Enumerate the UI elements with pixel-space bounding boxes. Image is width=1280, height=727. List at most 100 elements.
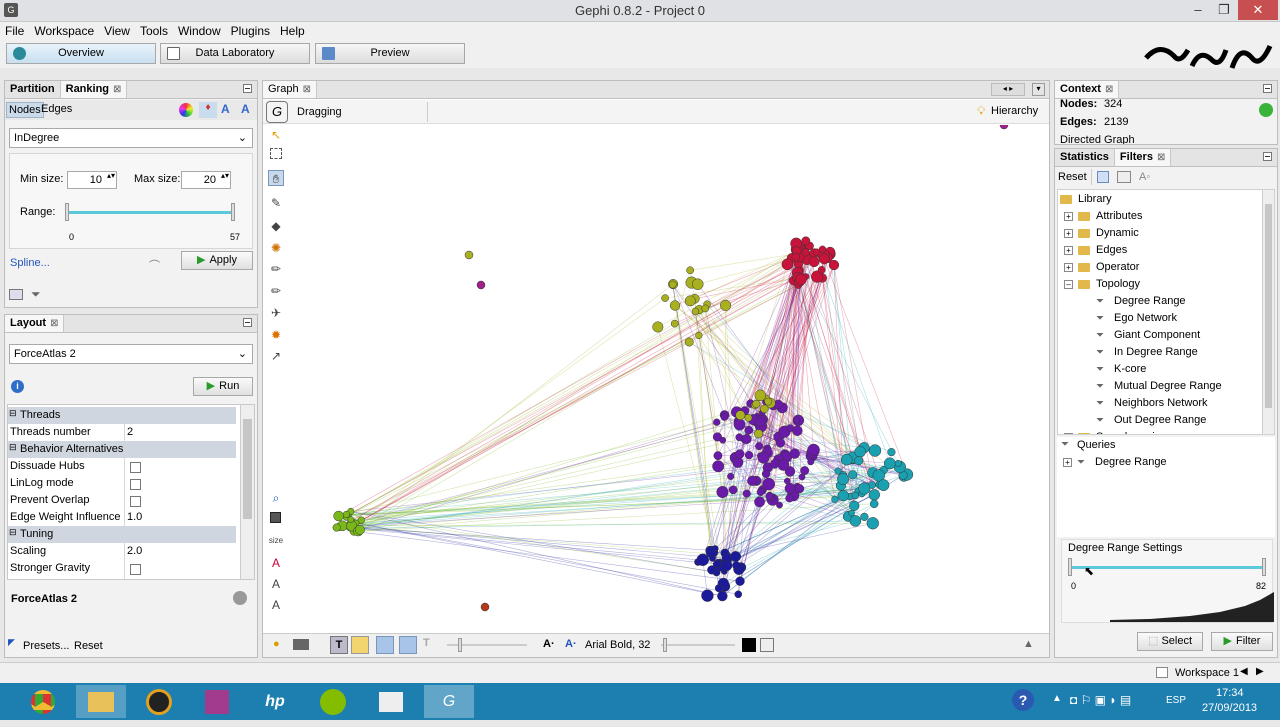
graph-node[interactable]	[685, 338, 693, 346]
node-label-icon[interactable]	[351, 636, 369, 654]
close-tab-icon[interactable]: ⊠	[303, 84, 311, 95]
clock-date[interactable]: 27/09/2013	[1202, 702, 1257, 714]
results-list-icon[interactable]	[9, 289, 23, 300]
property-category[interactable]: ⊟Behavior Alternatives	[8, 441, 236, 458]
graph-node[interactable]	[808, 459, 814, 465]
lightbulb-icon[interactable]: ●	[273, 638, 280, 650]
property-row[interactable]: Dissuade Hubs	[8, 458, 236, 475]
filter-item[interactable]: ⏷Mutual Degree Range	[1096, 379, 1275, 395]
scrollbar-thumb[interactable]	[243, 419, 252, 519]
property-value[interactable]	[124, 475, 236, 492]
workspace-prev-icon[interactable]: ◀	[1240, 666, 1248, 677]
graph-node[interactable]	[765, 398, 772, 405]
graph-node[interactable]	[799, 474, 805, 480]
graph-node[interactable]	[745, 426, 753, 434]
hierarchy-button[interactable]: Hierarchy	[991, 105, 1038, 117]
graph-node[interactable]	[869, 489, 880, 500]
text-size-icon[interactable]: A	[268, 576, 284, 592]
settings-icon[interactable]	[760, 638, 774, 652]
property-checkbox[interactable]	[130, 564, 141, 575]
tab-list-icon[interactable]: ▾	[1032, 83, 1045, 96]
painter-icon[interactable]: ✎	[268, 195, 284, 211]
graph-node[interactable]	[720, 300, 731, 311]
show-labels-toggle[interactable]: T	[330, 636, 348, 654]
graph-node[interactable]	[465, 251, 473, 259]
graph-node[interactable]	[802, 249, 810, 257]
graph-node[interactable]	[662, 295, 669, 302]
label-size-icon[interactable]: A	[241, 102, 250, 116]
graph-node[interactable]	[712, 545, 718, 551]
text-color-icon[interactable]: A	[268, 555, 284, 571]
graph-node[interactable]	[729, 486, 737, 494]
graph-node[interactable]	[785, 483, 795, 493]
graph-node[interactable]	[861, 513, 869, 521]
property-row[interactable]: Scaling2.0	[8, 543, 236, 560]
workspace-label[interactable]: Workspace 1	[1175, 667, 1239, 679]
minimize-panel-icon[interactable]	[1263, 152, 1272, 161]
help-icon[interactable]	[233, 591, 247, 605]
font-name-label[interactable]: Arial Bold, 32	[585, 639, 650, 651]
workspace-next-icon[interactable]: ▶	[1256, 666, 1264, 677]
graph-node[interactable]	[766, 492, 774, 500]
graph-node[interactable]	[701, 590, 713, 602]
apply-button[interactable]: ▶Apply	[181, 251, 253, 270]
graph-node[interactable]	[697, 554, 709, 566]
range-slider-min-handle[interactable]	[65, 203, 69, 221]
close-tab-icon[interactable]: ⊠	[1105, 84, 1113, 95]
expand-icon[interactable]: +	[1064, 246, 1073, 255]
filter-item[interactable]: ⏷Giant Component	[1096, 328, 1275, 344]
tab-filters[interactable]: Filters⊠	[1115, 149, 1171, 166]
property-checkbox[interactable]	[130, 479, 141, 490]
expand-icon[interactable]: +	[1064, 433, 1073, 435]
menu-plugins[interactable]: Plugins	[226, 22, 275, 38]
close-tab-icon[interactable]: ⊠	[50, 318, 58, 329]
expand-icon[interactable]: +	[1064, 229, 1073, 238]
graph-node[interactable]	[837, 473, 848, 484]
graph-node[interactable]	[849, 501, 859, 511]
graph-node[interactable]	[794, 418, 800, 424]
graph-node[interactable]	[778, 459, 789, 470]
filter-item[interactable]: ⏷Out Degree Range	[1096, 413, 1275, 429]
media-player-icon[interactable]	[134, 685, 184, 718]
property-value[interactable]: 2.0	[124, 543, 236, 560]
graph-node[interactable]	[763, 478, 775, 490]
graph-node[interactable]	[776, 439, 785, 448]
graph-node[interactable]	[692, 279, 703, 290]
graph-node[interactable]	[477, 281, 485, 289]
scrollbar-thumb[interactable]	[1265, 204, 1272, 408]
expand-icon[interactable]: +	[1064, 212, 1073, 221]
video-icon[interactable]	[366, 685, 416, 718]
graph-node[interactable]	[762, 470, 770, 478]
saved-queries[interactable]: +Saved queries	[1064, 430, 1254, 435]
gephi-taskbar-icon[interactable]: G	[424, 685, 474, 718]
heat-map-icon[interactable]: ✺	[268, 240, 284, 256]
property-category[interactable]: ⊟Threads	[8, 407, 236, 424]
query-degree-range[interactable]: +⏷Degree Range	[1063, 455, 1263, 471]
menu-window[interactable]: Window	[173, 22, 226, 38]
graph-node[interactable]	[692, 308, 699, 315]
graph-node[interactable]	[334, 511, 344, 521]
select-button[interactable]: ⬚ Select	[1137, 632, 1203, 651]
graph-node[interactable]	[717, 486, 729, 498]
graph-node[interactable]	[730, 551, 740, 561]
menu-view[interactable]: View	[99, 22, 135, 38]
expand-icon[interactable]: +	[1064, 263, 1073, 272]
library-operator[interactable]: +Operator	[1064, 260, 1254, 276]
range-slider-track[interactable]	[68, 211, 234, 214]
graph-node[interactable]	[792, 426, 802, 436]
graph-node[interactable]	[712, 461, 723, 472]
edge-color-icon[interactable]	[399, 636, 417, 654]
library-dynamic[interactable]: +Dynamic	[1064, 226, 1254, 242]
rectangle-select-icon[interactable]	[270, 148, 282, 159]
property-category[interactable]: ⊟Tuning	[8, 526, 236, 543]
graph-node[interactable]	[852, 492, 859, 499]
property-checkbox[interactable]	[130, 496, 141, 507]
collapse-icon[interactable]: –	[1064, 280, 1073, 289]
preview-button[interactable]: Preview	[315, 43, 465, 64]
property-value[interactable]	[124, 492, 236, 509]
graph-node[interactable]	[786, 494, 794, 502]
graph-node[interactable]	[702, 305, 709, 312]
graph-node[interactable]	[870, 500, 878, 508]
edge-scale-handle[interactable]	[458, 638, 462, 652]
graph-node[interactable]	[670, 301, 680, 311]
